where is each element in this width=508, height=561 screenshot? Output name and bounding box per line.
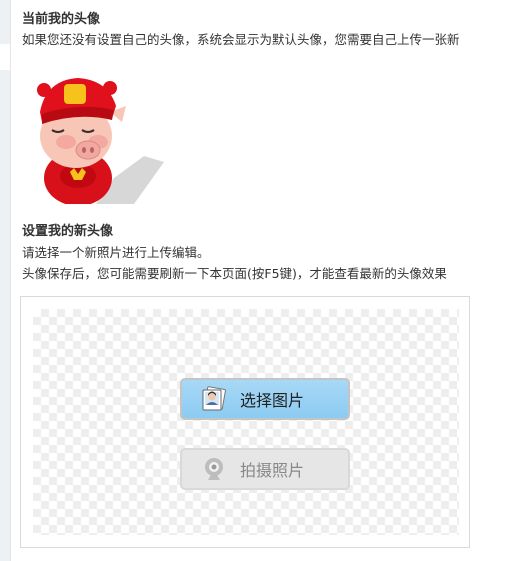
current-avatar-description: 如果您还没有设置自己的头像，系统会显示为默认头像，您需要自己上传一张新	[22, 32, 460, 47]
photo-icon	[200, 385, 228, 413]
new-avatar-title: 设置我的新头像	[22, 224, 114, 239]
pig-avatar-image	[37, 78, 164, 204]
refresh-note: 头像保存后，您可能需要刷新一下本页面(按F5键)，才能查看最新的头像效果	[22, 266, 447, 281]
divider	[10, 0, 11, 561]
image-canvas: 选择图片 拍摄照片	[33, 309, 459, 535]
left-rail	[0, 70, 10, 561]
select-image-button[interactable]: 选择图片	[180, 378, 350, 420]
upload-instruction: 请选择一个新照片进行上传编辑。	[22, 245, 210, 260]
webcam-icon	[200, 455, 228, 483]
avatar-upload-panel: 选择图片 拍摄照片	[20, 296, 470, 548]
avatar	[26, 66, 164, 204]
current-avatar-title: 当前我的头像	[22, 12, 101, 27]
take-photo-label: 拍摄照片	[240, 461, 305, 480]
left-rail	[0, 0, 10, 44]
take-photo-button[interactable]: 拍摄照片	[180, 448, 350, 490]
select-image-label: 选择图片	[240, 391, 305, 410]
